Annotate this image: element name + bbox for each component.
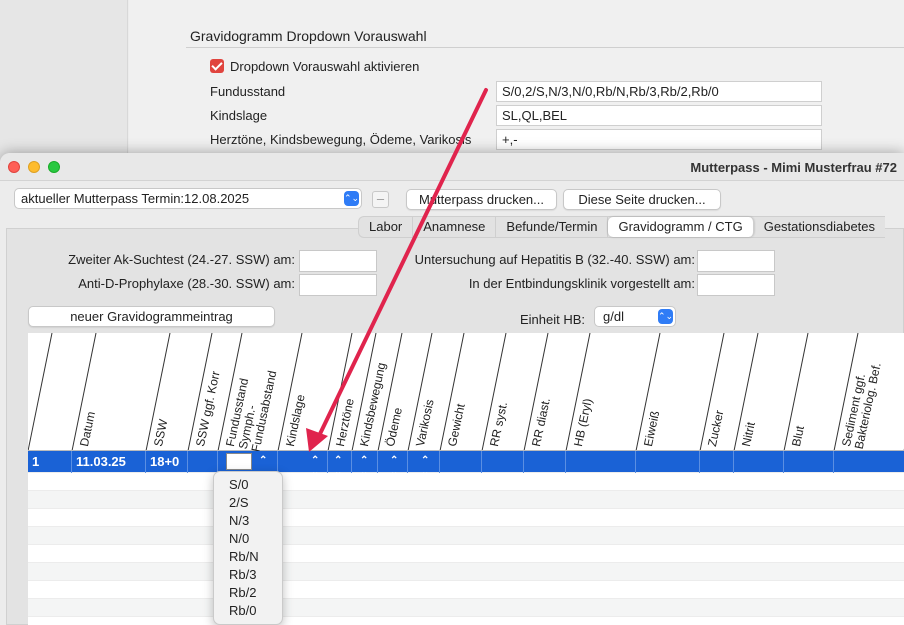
row-ssw[interactable]: 18+0 — [146, 451, 188, 473]
table-row[interactable] — [28, 527, 904, 545]
section-divider — [186, 47, 904, 48]
klinik-label: In der Entbindungsklinik vorgestellt am: — [468, 276, 695, 291]
table-row-selected[interactable]: 1 11.03.25 18+0 ⌃⌄ ⌃⌄ ⌃⌄ ⌃⌄ ⌃⌄ ⌃⌄ — [28, 451, 904, 478]
settings-sidebar — [0, 0, 128, 160]
title-bar: Mutterpass - Mimi Musterfrau #72 — [0, 153, 904, 181]
window-title: Mutterpass - Mimi Musterfrau #72 — [690, 160, 897, 175]
checkbox-label: Dropdown Vorauswahl aktivieren — [230, 59, 420, 74]
tab-anamnese[interactable]: Anamnese — [413, 217, 497, 237]
table-row[interactable] — [28, 491, 904, 509]
suchtest-label: Zweiter Ak-Suchtest (24.-27. SSW) am: — [68, 252, 295, 267]
table-header: Datum SSW SSW ggf. Korr Fundusstand Symph.-… — [28, 333, 904, 453]
row-ssw-korr[interactable] — [188, 451, 218, 473]
klinik-input[interactable] — [697, 274, 775, 296]
dropdown-item[interactable]: N/3 — [229, 512, 282, 530]
chevron-updown-icon: ⌃⌄ — [344, 191, 359, 206]
kindslage-label: Kindslage — [210, 108, 268, 123]
row-rr-syst[interactable] — [482, 451, 524, 473]
row-datum[interactable]: 11.03.25 — [72, 451, 146, 473]
dropdown-item[interactable]: N/0 — [229, 530, 282, 548]
row-sediment[interactable] — [834, 451, 904, 473]
prophylaxe-input[interactable] — [299, 274, 377, 296]
print-mutterpass-button[interactable]: Mutterpass drucken... — [406, 189, 557, 210]
row-kindslage[interactable] — [278, 451, 328, 473]
minus-button[interactable]: – — [372, 191, 389, 208]
zoom-icon[interactable] — [48, 161, 60, 173]
row-rr-diast[interactable] — [524, 451, 566, 473]
termin-select-value: aktueller Mutterpass Termin:12.08.2025 — [21, 191, 250, 206]
section-title: Gravidogramm Dropdown Vorauswahl — [190, 28, 427, 44]
dropdown-item[interactable]: Rb/0 — [229, 602, 282, 620]
row-blut[interactable] — [784, 451, 834, 473]
dropdown-item[interactable]: Rb/3 — [229, 566, 282, 584]
table-row[interactable] — [28, 473, 904, 491]
dropdown-item[interactable]: S/0 — [229, 476, 282, 494]
new-entry-button[interactable]: neuer Gravidogrammeintrag — [28, 306, 275, 327]
hepatitis-label: Untersuchung auf Hepatitis B (32.-40. SS… — [414, 252, 695, 267]
row-nitrit[interactable] — [734, 451, 784, 473]
tab-gravidogramm-ctg[interactable]: Gravidogramm / CTG — [608, 217, 754, 237]
fundusstand-edit-field[interactable] — [226, 453, 252, 470]
fundusstand-label: Fundusstand — [210, 84, 286, 99]
unit-select[interactable]: g/dl ⌃⌄ — [594, 306, 676, 327]
unit-select-value: g/dl — [603, 309, 624, 324]
row-zucker[interactable] — [700, 451, 734, 473]
fundusstand-input[interactable]: S/0,2/S,N/3,N/0,Rb/N,Rb/3,Rb/2,Rb/0 — [496, 81, 822, 102]
dropdown-item[interactable]: Rb/2 — [229, 584, 282, 602]
suchtest-input[interactable] — [299, 250, 377, 272]
row-hb[interactable] — [566, 451, 636, 473]
kindslage-input[interactable]: SL,QL,BEL — [496, 105, 822, 126]
unit-label: Einheit HB: — [520, 312, 586, 327]
tab-labor[interactable]: Labor — [359, 217, 414, 237]
tab-befunde-termin[interactable]: Befunde/Termin — [496, 217, 609, 237]
minimize-icon[interactable] — [28, 161, 40, 173]
tab-gestationsdiabetes[interactable]: Gestationsdiabetes — [754, 217, 885, 237]
herztoene-label: Herztöne, Kindsbewegung, Ödeme, Varikosi… — [210, 132, 472, 147]
header-divider — [28, 333, 53, 451]
prophylaxe-label: Anti-D-Prophylaxe (28.-30. SSW) am: — [78, 276, 295, 291]
chevron-updown-icon: ⌃⌄ — [658, 309, 673, 324]
dropdown-item[interactable]: 2/S — [229, 494, 282, 512]
table-row[interactable] — [28, 545, 904, 563]
fundusstand-dropdown-menu: S/0 2/S N/3 N/0 Rb/N Rb/3 Rb/2 Rb/0 — [213, 471, 283, 625]
hepatitis-input[interactable] — [697, 250, 775, 272]
row-index: 1 — [28, 451, 72, 473]
dropdown-item[interactable]: Rb/N — [229, 548, 282, 566]
dropdown-vorauswahl-checkbox[interactable] — [210, 59, 224, 73]
tab-bar: Labor Anamnese Befunde/Termin Gravidogra… — [358, 216, 886, 238]
herztoene-input[interactable]: +,- — [496, 129, 822, 150]
termin-select[interactable]: aktueller Mutterpass Termin:12.08.2025 ⌃… — [14, 188, 362, 209]
row-eiweiss[interactable] — [636, 451, 700, 473]
table-row[interactable] — [28, 599, 904, 617]
close-icon[interactable] — [8, 161, 20, 173]
row-gewicht[interactable] — [440, 451, 482, 473]
print-page-button[interactable]: Diese Seite drucken... — [563, 189, 721, 210]
table-row[interactable] — [28, 563, 904, 581]
gravidogramm-table: Datum SSW SSW ggf. Korr Fundusstand Symph.-… — [28, 333, 904, 625]
table-row[interactable] — [28, 509, 904, 527]
table-row[interactable] — [28, 581, 904, 599]
